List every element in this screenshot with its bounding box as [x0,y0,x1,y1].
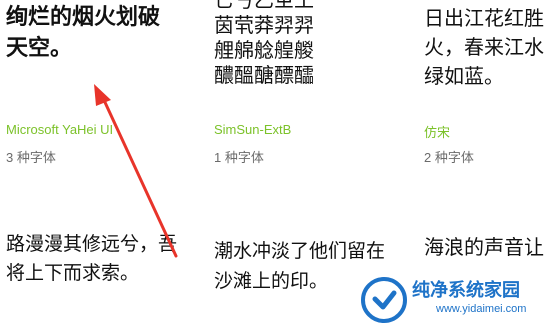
watermark-url: www.yidaimei.com [436,303,527,315]
watermark: 纯净系统家园 www.yidaimei.com [352,270,552,328]
watermark-title: 纯净系统家园 [412,280,520,300]
watermark-logo-icon [361,277,407,323]
